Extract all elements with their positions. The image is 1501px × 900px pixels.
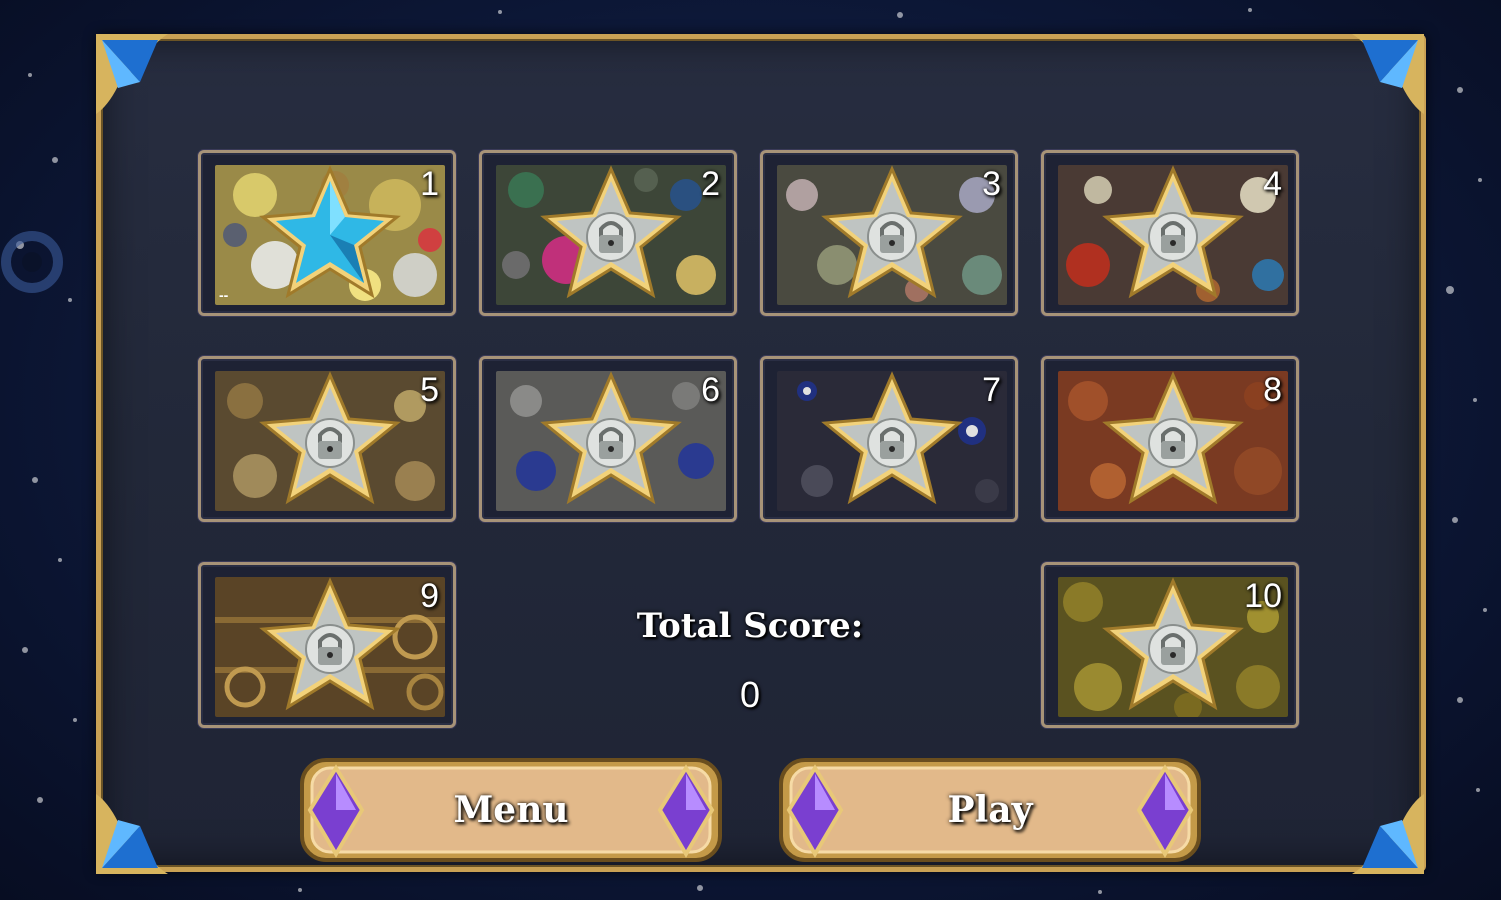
level-number: 6 <box>701 371 720 409</box>
play-button-label: Play <box>947 789 1033 831</box>
level-tile-10[interactable]: 10 <box>1041 562 1299 728</box>
level-number: 1 <box>420 165 439 203</box>
level-number: 8 <box>1263 371 1282 409</box>
menu-button-label: Menu <box>453 789 569 831</box>
corner-ornament-top-right <box>1322 26 1432 136</box>
locked-star-icon <box>257 575 403 715</box>
level-tile-7[interactable]: 7 <box>760 356 1018 522</box>
locked-star-icon <box>538 369 684 509</box>
level-tile-2[interactable]: 2 <box>479 150 737 316</box>
blue-star-icon <box>257 163 403 303</box>
locked-star-icon <box>1100 575 1246 715</box>
level-number: 4 <box>1263 165 1282 203</box>
level-tile-6[interactable]: 6 <box>479 356 737 522</box>
locked-star-icon <box>1100 163 1246 303</box>
play-button[interactable]: Play <box>777 756 1203 866</box>
locked-star-icon <box>257 369 403 509</box>
corner-ornament-bottom-left <box>88 772 198 882</box>
level-tile-8[interactable]: 8 <box>1041 356 1299 522</box>
level-tile-4[interactable]: 4 <box>1041 150 1299 316</box>
locked-star-icon <box>819 163 965 303</box>
level-tile-1[interactable]: 1 -- <box>198 150 456 316</box>
level-progress-mark: -- <box>219 287 229 303</box>
level-number: 7 <box>982 371 1001 409</box>
level-number: 9 <box>420 577 439 615</box>
total-score-value: 0 <box>739 674 761 715</box>
level-number: 10 <box>1244 577 1282 615</box>
level-tile-5[interactable]: 5 <box>198 356 456 522</box>
level-tile-9[interactable]: 9 <box>198 562 456 728</box>
level-number: 2 <box>701 165 720 203</box>
locked-star-icon <box>1100 369 1246 509</box>
corner-ornament-bottom-right <box>1322 772 1432 882</box>
level-number: 3 <box>982 165 1001 203</box>
locked-star-icon <box>538 163 684 303</box>
locked-star-icon <box>819 369 965 509</box>
corner-ornament-top-left <box>88 26 198 136</box>
level-number: 5 <box>420 371 439 409</box>
menu-button[interactable]: Menu <box>298 756 724 866</box>
level-tile-3[interactable]: 3 <box>760 150 1018 316</box>
total-score-label: Total Score: <box>636 606 864 646</box>
